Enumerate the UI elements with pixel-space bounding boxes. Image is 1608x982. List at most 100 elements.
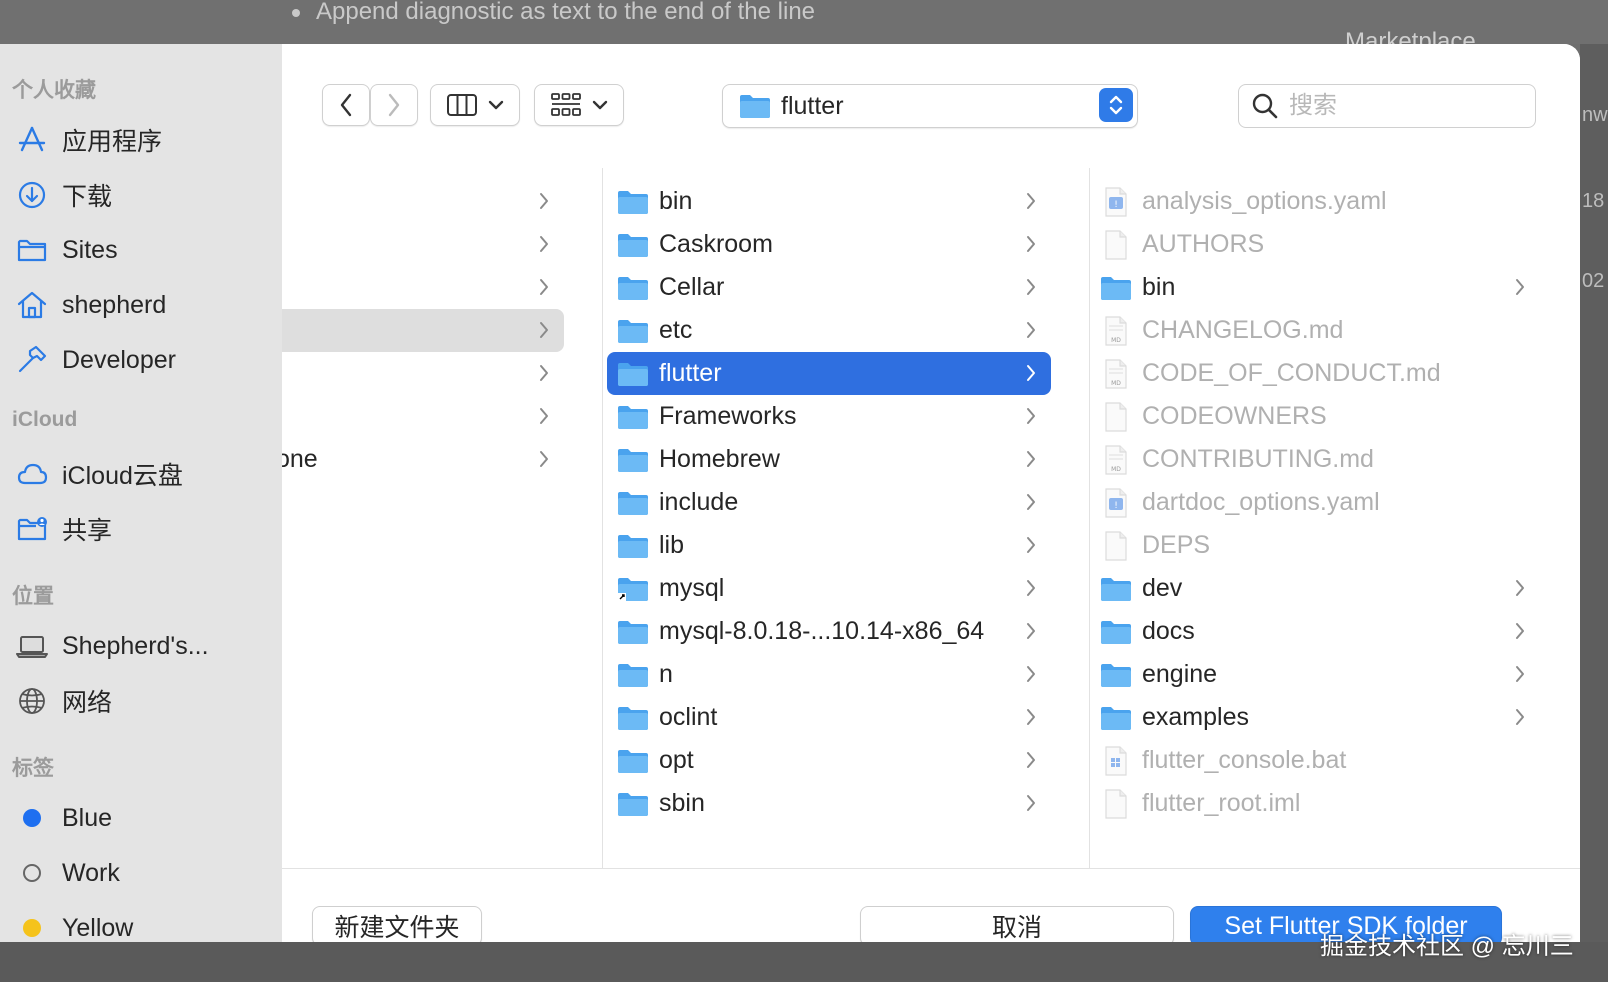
columns-icon	[447, 94, 477, 116]
folder-row[interactable]: bin	[607, 180, 1051, 223]
folder-row[interactable]: Frameworks	[607, 395, 1051, 438]
chevron-right-icon	[1027, 451, 1035, 467]
sidebar-item[interactable]: iCloud云盘	[16, 452, 276, 496]
folder-row[interactable]: Homebrew	[607, 438, 1051, 481]
sidebar-section-title: 标签	[12, 757, 54, 780]
folder-row[interactable]: dev	[1094, 567, 1540, 610]
folder-row[interactable]: n	[607, 653, 1051, 696]
path-popup[interactable]: flutter	[722, 84, 1138, 128]
list-item[interactable]	[282, 223, 564, 266]
list-item[interactable]	[282, 266, 564, 309]
background-fragment: 18	[1582, 190, 1605, 212]
sidebar-item[interactable]: 共享	[16, 507, 276, 551]
folder-row[interactable]: engine	[1094, 653, 1540, 696]
file-row: ! dartdoc_options.yaml	[1094, 481, 1540, 524]
folder-icon	[618, 534, 648, 558]
sidebar-item[interactable]: Shepherd's...	[16, 624, 276, 668]
applications-icon	[16, 124, 48, 156]
folder-row[interactable]: examples	[1094, 696, 1540, 739]
sidebar-section-title: 位置	[12, 585, 54, 608]
sidebar-item[interactable]: Developer	[16, 338, 276, 382]
folder-icon	[618, 190, 648, 214]
sidebar-item[interactable]: 网络	[16, 679, 276, 723]
path-popup-label: flutter	[781, 91, 844, 120]
folder-row[interactable]: Cellar	[607, 266, 1051, 309]
search-input[interactable]	[1287, 91, 1511, 121]
folder-icon	[618, 749, 648, 773]
folder-row-label: oclint	[659, 703, 718, 731]
folder-row[interactable]: bin	[1094, 266, 1540, 309]
folder-row-label: Homebrew	[659, 445, 780, 473]
column-view-button[interactable]	[430, 84, 520, 126]
chevron-right-icon	[1027, 193, 1035, 209]
folder-row[interactable]: flutter	[607, 352, 1051, 395]
file-row-label: dartdoc_options.yaml	[1142, 488, 1380, 516]
folder-row[interactable]: oclint	[607, 696, 1051, 739]
folder-row[interactable]: docs	[1094, 610, 1540, 653]
folder-row-label: mysql-8.0.18-...10.14-x86_64	[659, 617, 985, 645]
list-item[interactable]	[282, 309, 564, 352]
folder-row[interactable]: etc	[607, 309, 1051, 352]
document-icon	[1105, 530, 1127, 561]
forward-button[interactable]	[370, 84, 418, 126]
sidebar-item[interactable]: shepherd	[16, 283, 276, 327]
folder-row[interactable]: lib	[607, 524, 1051, 567]
folder-row[interactable]: opt	[607, 739, 1051, 782]
grid-icon	[551, 93, 581, 116]
file-row: MD CONTRIBUTING.md	[1094, 438, 1540, 481]
folder-row[interactable]: Caskroom	[607, 223, 1051, 266]
file-row: DEPS	[1094, 524, 1540, 567]
list-item[interactable]: one	[282, 438, 564, 481]
folder-row[interactable]: sbin	[607, 782, 1051, 825]
chevron-right-icon	[540, 451, 548, 467]
folder-row[interactable]: include	[607, 481, 1051, 524]
chevron-right-icon	[1027, 365, 1035, 381]
file-row: CODEOWNERS	[1094, 395, 1540, 438]
folder-icon	[618, 706, 648, 730]
sidebar-item[interactable]: Blue	[16, 796, 276, 840]
sidebar-item[interactable]: Work	[16, 851, 276, 895]
hammer-icon	[16, 344, 48, 376]
sidebar-item-label: 网络	[62, 689, 113, 717]
folder-row-label: sbin	[659, 789, 705, 817]
search-field[interactable]	[1238, 84, 1536, 128]
sidebar-item[interactable]: 应用程序	[16, 118, 276, 162]
folder-row-label: engine	[1142, 660, 1218, 688]
updown-arrows-icon	[1099, 88, 1133, 122]
file-row-label: CHANGELOG.md	[1142, 316, 1344, 344]
chevron-right-icon	[540, 279, 548, 295]
sidebar: 个人收藏 应用程序 下载 Sites shepherd Developer iCloud iC…	[0, 44, 283, 942]
list-item[interactable]	[282, 180, 564, 223]
list-item[interactable]	[282, 395, 564, 438]
sidebar-item[interactable]: Yellow	[16, 906, 276, 942]
chevron-right-icon	[1516, 580, 1524, 596]
chevron-right-icon	[540, 236, 548, 252]
sidebar-item[interactable]: Sites	[16, 228, 276, 272]
sidebar-item-label: Shepherd's...	[62, 631, 209, 660]
sidebar-item[interactable]: 下载	[16, 173, 276, 217]
folder-icon	[1101, 663, 1131, 687]
folder-row[interactable]: mysql-8.0.18-...10.14-x86_64	[607, 610, 1051, 653]
back-button[interactable]	[322, 84, 370, 126]
folder-row[interactable]: mysql	[607, 567, 1051, 610]
sidebar-item-label: Work	[62, 858, 120, 887]
chevron-right-icon	[540, 193, 548, 209]
new-folder-button[interactable]: 新建文件夹	[312, 906, 482, 942]
folder-icon	[618, 276, 648, 300]
folder-row-label: lib	[659, 531, 685, 559]
sidebar-item-label: Yellow	[62, 913, 134, 942]
folder-icon	[618, 448, 648, 472]
list-item[interactable]	[282, 352, 564, 395]
folder-icon	[618, 792, 648, 816]
chevron-right-icon	[1027, 580, 1035, 596]
sidebar-item-label: shepherd	[62, 290, 167, 319]
folder-icon	[16, 234, 48, 266]
cancel-button[interactable]: 取消	[860, 906, 1174, 942]
markdown-file-icon: MD	[1105, 358, 1127, 389]
folder-row-label: include	[659, 488, 739, 516]
svg-text:!: !	[1114, 501, 1118, 511]
svg-text:!: !	[1114, 200, 1118, 210]
group-view-button[interactable]	[534, 84, 624, 126]
folder-icon	[1101, 620, 1131, 644]
chevron-right-icon	[388, 93, 400, 117]
